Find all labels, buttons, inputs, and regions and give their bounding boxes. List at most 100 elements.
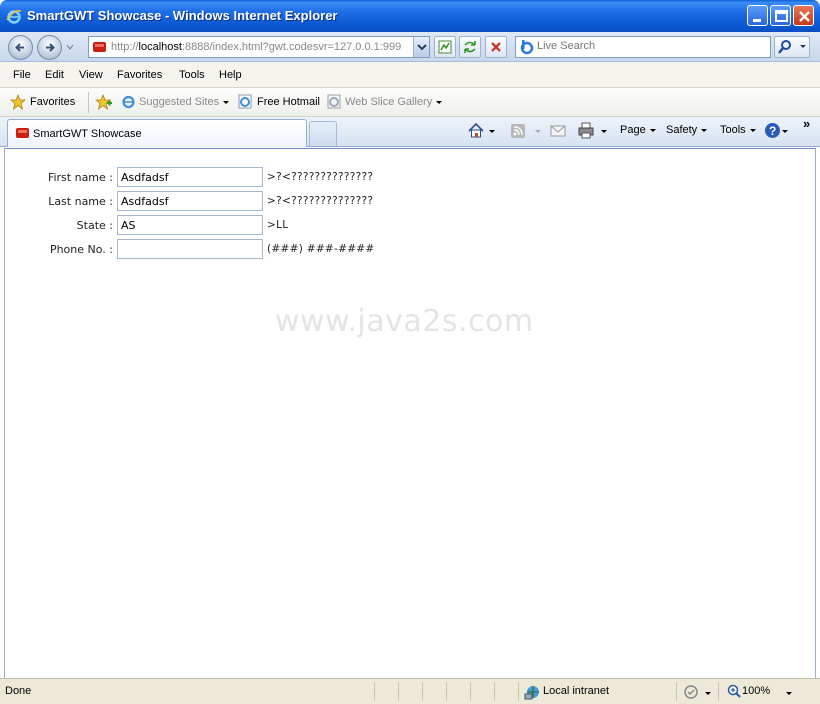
url-scheme: http:// xyxy=(111,41,139,53)
tab-smartgwt-showcase[interactable]: SmartGWT Showcase xyxy=(7,119,307,147)
search-input[interactable] xyxy=(537,40,767,52)
status-divider xyxy=(422,682,423,701)
chevron-down-icon xyxy=(701,128,708,132)
feeds-icon[interactable] xyxy=(510,123,526,139)
zoom-icon[interactable] xyxy=(727,684,741,698)
first-name-field[interactable] xyxy=(117,167,263,187)
chevron-down-icon xyxy=(436,100,443,104)
web-slice-icon xyxy=(327,94,341,109)
menu-help[interactable]: Help xyxy=(219,69,242,81)
first-name-mask-hint: >?<?????????????? xyxy=(267,171,374,183)
status-divider xyxy=(718,682,719,701)
chevron-down-icon xyxy=(417,44,427,51)
watermark-text: www.java2s.com xyxy=(275,304,534,339)
menu-favorites[interactable]: Favorites xyxy=(117,69,162,81)
url-path: :8888/index.html?gwt.codesvr=127.0.0.1:9… xyxy=(181,41,402,53)
back-button[interactable] xyxy=(8,35,33,60)
status-text: Done xyxy=(5,685,32,697)
home-icon[interactable] xyxy=(467,122,485,139)
last-name-field[interactable] xyxy=(117,191,263,211)
status-divider xyxy=(518,682,519,701)
back-arrow-icon xyxy=(15,43,24,52)
zoom-dropdown-icon[interactable] xyxy=(786,692,792,695)
print-icon[interactable] xyxy=(577,122,595,139)
chevron-down-icon xyxy=(749,128,756,132)
ie-logo-icon xyxy=(6,9,22,24)
favorites-star-icon xyxy=(10,94,26,110)
zoom-level[interactable]: 100% xyxy=(742,685,770,697)
site-favicon-icon xyxy=(16,128,29,138)
site-favicon-icon xyxy=(93,42,106,52)
live-search-box[interactable] xyxy=(515,36,771,58)
help-dropdown-icon[interactable] xyxy=(782,130,788,133)
chevron-down-icon xyxy=(223,100,230,104)
first-name-label: First name : xyxy=(47,171,113,184)
help-icon[interactable]: ? xyxy=(764,122,781,139)
state-label: State : xyxy=(76,219,113,232)
tools-menu[interactable]: Tools xyxy=(720,124,756,136)
safety-menu-label: Safety xyxy=(666,124,698,136)
web-slice-gallery-link[interactable]: Web Slice Gallery xyxy=(345,96,443,108)
menu-tools[interactable]: Tools xyxy=(179,69,205,81)
page-menu[interactable]: Page xyxy=(620,124,656,136)
refresh-button[interactable] xyxy=(459,36,481,58)
home-dropdown-icon[interactable] xyxy=(489,130,495,133)
safety-menu[interactable]: Safety xyxy=(666,124,708,136)
window-title-bar[interactable]: SmartGWT Showcase - Windows Internet Exp… xyxy=(0,0,820,32)
compatibility-icon xyxy=(438,40,452,54)
read-mail-icon[interactable] xyxy=(550,124,566,137)
recent-pages-dropdown-icon[interactable] xyxy=(66,44,74,50)
more-commands-chevron[interactable]: » xyxy=(803,116,810,131)
protected-mode-dropdown-icon[interactable] xyxy=(705,692,711,695)
refresh-icon xyxy=(464,41,476,53)
state-mask-hint: >LL xyxy=(267,219,289,231)
print-dropdown-icon[interactable] xyxy=(601,130,607,133)
maximize-button[interactable] xyxy=(770,5,791,26)
status-divider xyxy=(374,682,375,701)
status-divider xyxy=(494,682,495,701)
compatibility-view-button[interactable] xyxy=(434,36,456,58)
forward-button[interactable] xyxy=(37,35,62,60)
address-url: http://localhost:8888/index.html?gwt.cod… xyxy=(111,41,409,53)
last-name-mask-hint: >?<?????????????? xyxy=(267,195,374,207)
status-divider xyxy=(398,682,399,701)
address-toolbar: http://localhost:8888/index.html?gwt.cod… xyxy=(0,32,820,62)
favorites-separator xyxy=(88,92,89,113)
forward-arrow-icon xyxy=(46,43,55,52)
menu-edit[interactable]: Edit xyxy=(45,69,64,81)
web-slice-gallery-label: Web Slice Gallery xyxy=(345,96,433,108)
suggested-sites-link[interactable]: Suggested Sites xyxy=(139,96,230,108)
close-icon xyxy=(799,11,810,22)
chevron-down-icon xyxy=(649,128,656,132)
security-zone-text[interactable]: Local intranet xyxy=(543,685,609,697)
stop-button[interactable] xyxy=(485,36,507,58)
last-name-label: Last name : xyxy=(48,195,113,208)
menu-view[interactable]: View xyxy=(79,69,103,81)
address-dropdown-button[interactable] xyxy=(413,37,429,57)
free-hotmail-link[interactable]: Free Hotmail xyxy=(257,96,320,108)
add-to-favorites-icon[interactable] xyxy=(95,94,112,110)
phone-field[interactable] xyxy=(117,239,263,259)
new-tab-button[interactable] xyxy=(309,121,337,146)
status-bar: Done Local intranet 100% xyxy=(0,678,820,704)
url-host: localhost xyxy=(138,41,182,53)
maximize-icon xyxy=(775,10,788,22)
close-button[interactable] xyxy=(793,5,814,26)
status-divider xyxy=(446,682,447,701)
address-input[interactable]: http://localhost:8888/index.html?gwt.cod… xyxy=(88,36,430,58)
state-field[interactable] xyxy=(117,215,263,235)
local-intranet-icon xyxy=(524,686,539,700)
suggested-sites-label: Suggested Sites xyxy=(139,96,220,108)
status-divider xyxy=(470,682,471,701)
search-icon xyxy=(778,40,806,54)
minimize-button[interactable] xyxy=(747,5,768,26)
stop-icon xyxy=(491,42,501,52)
feeds-dropdown-icon[interactable] xyxy=(535,130,541,133)
menu-bar: File Edit View Favorites Tools Help xyxy=(0,62,820,88)
protected-mode-icon[interactable] xyxy=(683,684,700,700)
page-menu-label: Page xyxy=(620,124,646,136)
search-button[interactable] xyxy=(774,36,810,58)
menu-file[interactable]: File xyxy=(13,69,31,81)
favorites-button[interactable]: Favorites xyxy=(30,96,75,108)
minimize-icon xyxy=(753,19,761,22)
